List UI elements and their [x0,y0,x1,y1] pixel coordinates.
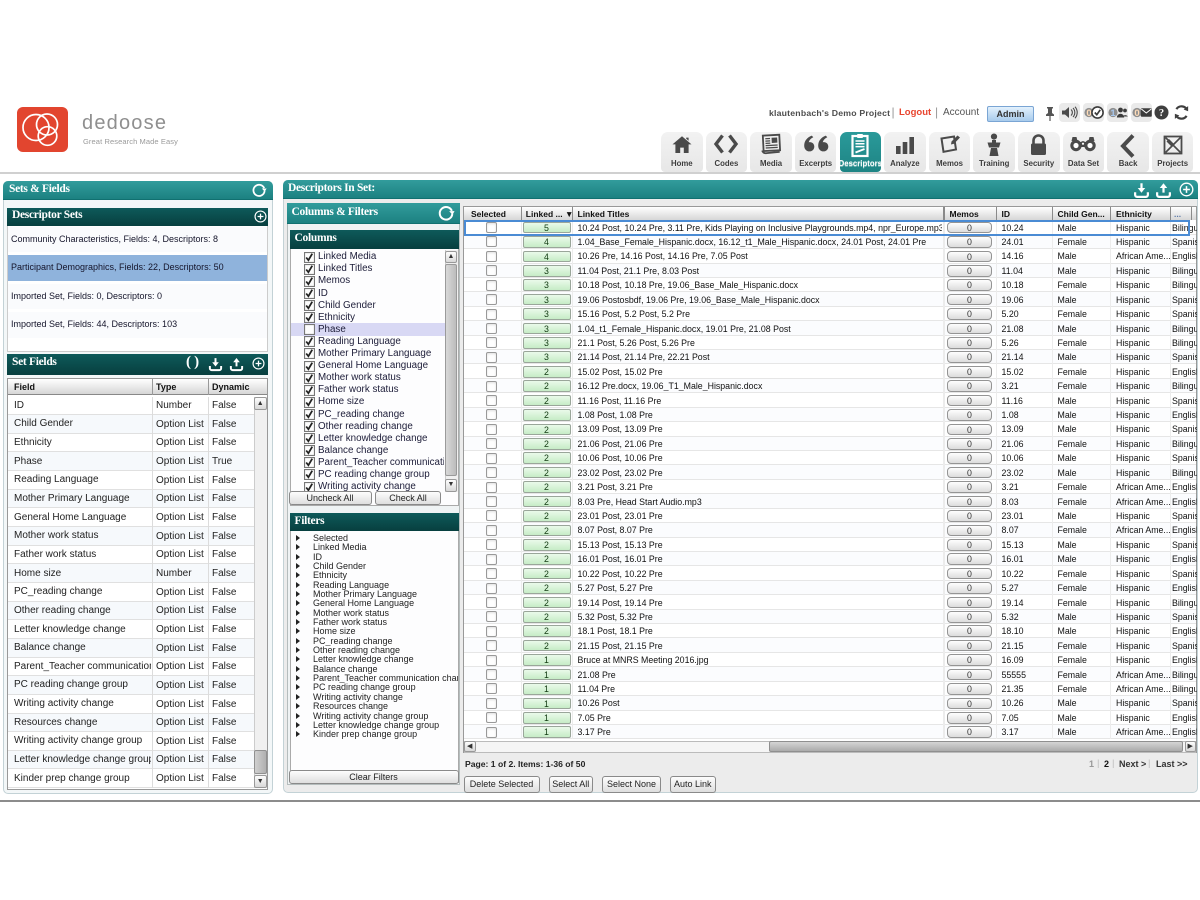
svg-text:?: ? [1159,108,1164,119]
svg-text:0: 0 [1134,108,1139,119]
svg-text:0: 0 [1086,108,1091,119]
svg-text:1: 1 [1110,108,1116,119]
